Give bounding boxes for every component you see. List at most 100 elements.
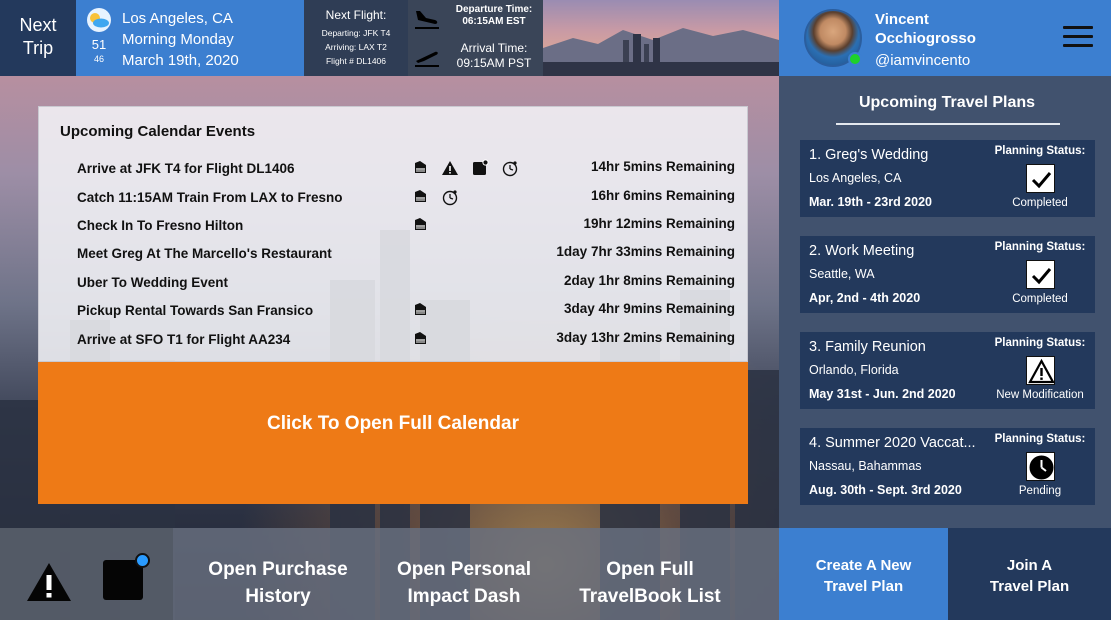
plan-dates: Mar. 19th - 23rd 2020	[809, 195, 932, 209]
calendar-event-icons	[411, 330, 429, 351]
temperature-high: 51	[91, 37, 107, 52]
user-first-name: Vincent	[875, 11, 929, 28]
plan-location: Seattle, WA	[809, 267, 875, 281]
plan-title: 3. Family Reunion	[809, 339, 926, 355]
planning-status-label: Planning Status:	[994, 145, 1086, 157]
calendar-event-row[interactable]: Arrive at JFK T4 for Flight DL1406 14hr 5…	[77, 159, 735, 179]
join-travel-plan-button[interactable]: Join A Travel Plan	[948, 528, 1111, 620]
plan-location: Nassau, Bahammas	[809, 459, 922, 473]
user-handle: @iamvincento	[875, 52, 971, 69]
planning-status-value: Pending	[1018, 485, 1062, 497]
create-travel-plan-button[interactable]: Create A New Travel Plan	[779, 528, 948, 620]
calendar-event-row[interactable]: Pickup Rental Towards San Fransico 3day 4…	[77, 301, 735, 321]
clock-icon	[1026, 452, 1055, 481]
calendar-event-remaining: 2day 1hr 8mins Remaining	[563, 273, 735, 288]
next-trip-label[interactable]: Next Trip	[0, 0, 76, 76]
plan-title: 4. Summer 2020 Vaccat...	[809, 435, 976, 451]
travel-plan-card[interactable]: 3. Family Reunion Orlando, Florida May 31s…	[800, 332, 1095, 409]
weather-city: Los Angeles, CA	[122, 10, 233, 27]
calendar-event-remaining: 3day 4hr 9mins Remaining	[563, 301, 735, 316]
join-line-1: Join A	[1006, 557, 1053, 574]
calendar-event-row[interactable]: Uber To Wedding Event 2day 1hr 8mins Rema…	[77, 273, 735, 293]
next-trip-line-2: Trip	[22, 38, 54, 58]
weather-date: March 19th, 2020	[122, 52, 239, 69]
plane-landing-icon	[415, 11, 439, 29]
notifications-icon[interactable]	[103, 553, 150, 600]
note-badge-icon[interactable]	[471, 159, 489, 180]
planning-status-value: New Modification	[996, 389, 1084, 401]
luggage-icon[interactable]	[411, 330, 429, 351]
plan-title: 2. Work Meeting	[809, 243, 915, 259]
calendar-event-name: Uber To Wedding Event	[77, 275, 229, 290]
travelbook-line-2: TravelBook List	[579, 586, 721, 607]
checkmark-icon	[1026, 260, 1055, 289]
create-line-1: Create A New	[815, 557, 912, 574]
luggage-icon[interactable]	[411, 301, 429, 322]
calendar-event-row[interactable]: Meet Greg At The Marcello's Restaurant 1d…	[77, 244, 735, 264]
title-divider	[836, 123, 1060, 125]
departure-time-value: 06:15AM EST	[462, 16, 526, 27]
plan-dates: Aug. 30th - Sept. 3rd 2020	[809, 483, 962, 497]
luggage-icon[interactable]	[411, 188, 429, 209]
calendar-event-name: Meet Greg At The Marcello's Restaurant	[77, 246, 332, 261]
next-flight-title: Next Flight:	[325, 8, 387, 22]
flight-times: Departure Time: 06:15AM EST Arrival Time…	[408, 0, 543, 76]
next-trip-line-1: Next	[19, 15, 57, 35]
flight-departing: Departing: JFK T4	[321, 28, 391, 38]
join-line-2: Travel Plan	[989, 578, 1070, 595]
luggage-icon[interactable]	[411, 216, 429, 237]
travel-plan-card[interactable]: 1. Greg's Wedding Los Angeles, CA Mar. 19t…	[800, 140, 1095, 217]
planning-status-value: Completed	[1012, 197, 1068, 209]
clock-icon[interactable]	[441, 188, 459, 209]
arrival-time-label: Arrival Time:	[460, 41, 528, 55]
weather-widget: 51 46 Los Angeles, CA Morning Monday Mar…	[76, 0, 304, 76]
luggage-icon[interactable]	[411, 159, 429, 180]
calendar-event-name: Pickup Rental Towards San Fransico	[77, 303, 314, 318]
calendar-event-name: Check In To Fresno Hilton	[77, 218, 244, 233]
plane-takeoff-icon	[415, 51, 439, 67]
calendar-event-remaining: 16hr 6mins Remaining	[590, 188, 735, 203]
open-purchase-history-button[interactable]: Open Purchase History	[188, 556, 368, 610]
calendar-event-row[interactable]: Catch 11:15AM Train From LAX to Fresno 16…	[77, 188, 735, 208]
top-bar: Next Trip 51 46 Los Angeles, CA Morning …	[0, 0, 1111, 76]
impact-line-2: Impact Dash	[407, 586, 521, 607]
alert-warning-icon[interactable]	[25, 561, 73, 603]
calendar-event-name: Arrive at SFO T1 for Flight AA234	[77, 332, 291, 347]
calendar-title: Upcoming Calendar Events	[60, 123, 256, 140]
next-flight-info[interactable]: Next Flight: Departing: JFK T4 Arriving:…	[304, 0, 408, 76]
destination-photo	[543, 0, 779, 76]
purchase-line-1: Open Purchase	[208, 559, 348, 580]
open-impact-dash-button[interactable]: Open Personal Impact Dash	[374, 556, 554, 610]
hamburger-menu-icon[interactable]	[1063, 26, 1093, 48]
partly-cloudy-icon	[87, 8, 111, 32]
arrival-time-value: 09:15AM PST	[456, 56, 532, 70]
calendar-event-row[interactable]: Arrive at SFO T1 for Flight AA234 3day 13…	[77, 330, 735, 350]
plan-location: Orlando, Florida	[809, 363, 899, 377]
warning-icon[interactable]	[441, 159, 459, 180]
user-last-name: Occhiogrosso	[875, 30, 976, 47]
clock-icon[interactable]	[501, 159, 519, 180]
planning-status-label: Planning Status:	[994, 433, 1086, 445]
flight-arriving: Arriving: LAX T2	[325, 42, 387, 52]
plan-title: 1. Greg's Wedding	[809, 147, 929, 163]
calendar-event-row[interactable]: Check In To Fresno Hilton 19hr 12mins Rem…	[77, 216, 735, 236]
calendar-event-remaining: 14hr 5mins Remaining	[590, 159, 735, 174]
temperature-low: 46	[93, 54, 104, 64]
planning-status-label: Planning Status:	[994, 337, 1086, 349]
impact-line-1: Open Personal	[396, 559, 532, 580]
travel-plan-card[interactable]: 4. Summer 2020 Vaccat... Nassau, Bahammas…	[800, 428, 1095, 505]
open-full-calendar-button[interactable]: Click To Open Full Calendar	[38, 362, 748, 504]
planning-status-label: Planning Status:	[994, 241, 1086, 253]
open-travelbook-list-button[interactable]: Open Full TravelBook List	[560, 556, 740, 610]
warning-icon	[1026, 356, 1055, 385]
user-profile: Vincent Occhiogrosso @iamvincento	[779, 0, 1111, 76]
create-line-2: Travel Plan	[823, 578, 904, 595]
plan-dates: May 31st - Jun. 2nd 2020	[809, 387, 956, 401]
calendar-event-remaining: 1day 7hr 33mins Remaining	[556, 244, 735, 259]
travel-plan-card[interactable]: 2. Work Meeting Seattle, WA Apr, 2nd - 4th…	[800, 236, 1095, 313]
calendar-event-icons	[411, 159, 519, 180]
calendar-event-icons	[411, 216, 429, 237]
online-status-indicator	[848, 52, 862, 66]
departure-time-label: Departure Time:	[455, 4, 533, 15]
calendar-events-panel: Upcoming Calendar Events Arrive at JFK T…	[38, 106, 748, 362]
